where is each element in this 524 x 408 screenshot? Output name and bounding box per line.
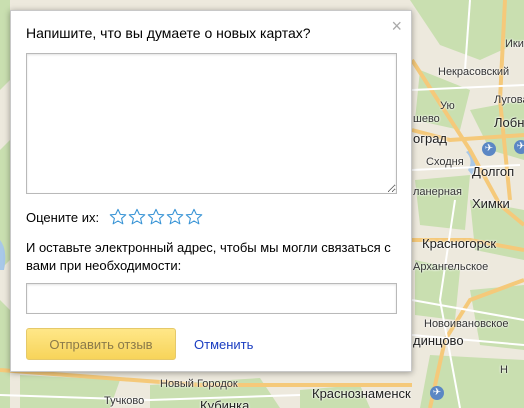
map-label-planernaya: ланерная xyxy=(413,186,462,198)
map-label-tuchkovo: Тучково xyxy=(104,395,145,407)
star-icon[interactable] xyxy=(128,208,146,226)
map-label-nmr: Н xyxy=(500,364,508,376)
map-label-shodnya: Сходня xyxy=(426,156,464,168)
feedback-textarea[interactable] xyxy=(26,53,397,194)
map-label-khimki: Химки xyxy=(472,196,510,211)
map-label-odintsovo: динцово xyxy=(413,333,464,348)
map-label-lobnya: Лобн xyxy=(494,115,524,130)
map-label-krasnogorsk: Красногорск xyxy=(422,236,497,251)
close-icon[interactable]: × xyxy=(391,17,402,35)
star-icon[interactable] xyxy=(185,208,203,226)
map-label-lugovaya: Лугова xyxy=(494,94,524,106)
star-icon[interactable] xyxy=(109,208,127,226)
dialog-title: Напишите, что вы думаете о новых картах? xyxy=(26,25,311,41)
submit-feedback-button[interactable]: Отправить отзыв xyxy=(26,328,176,360)
airport-icon: ✈ xyxy=(430,386,444,400)
feedback-dialog: × Напишите, что вы думаете о новых карта… xyxy=(10,10,412,372)
map-label-uvo: Ую xyxy=(440,100,455,112)
map-label-arkhangelskoe: Архангельское xyxy=(413,261,489,273)
star-icon[interactable] xyxy=(166,208,184,226)
map-label-dolgoprudny: Долгоп xyxy=(472,164,515,179)
map-label-novoivanovskoe: Новоивановское xyxy=(424,318,509,330)
rating-label: Оцените их: xyxy=(26,209,100,225)
map-label-ikshi: Ики xyxy=(505,38,524,50)
map-label-noviy-gorodok: Новый Городок xyxy=(160,378,238,390)
map-label-krasnoznamensk: Краснознаменск xyxy=(312,386,411,401)
email-input[interactable] xyxy=(26,283,397,314)
map-label-kubinka: Кубинка xyxy=(200,398,250,408)
rating-row: Оцените их: xyxy=(26,208,204,226)
map-label-ograd: оград xyxy=(413,131,448,146)
star-icon[interactable] xyxy=(147,208,165,226)
airport-icon: ✈ xyxy=(482,142,496,156)
map-label-nekrasovsky: Некрасовский xyxy=(438,66,510,78)
map-label-shevo: шево xyxy=(413,113,440,125)
email-label: И оставьте электронный адрес, чтобы мы м… xyxy=(26,240,391,273)
airport-icon: ✈ xyxy=(514,140,524,154)
rating-stars xyxy=(109,208,204,226)
cancel-link[interactable]: Отменить xyxy=(194,337,253,352)
